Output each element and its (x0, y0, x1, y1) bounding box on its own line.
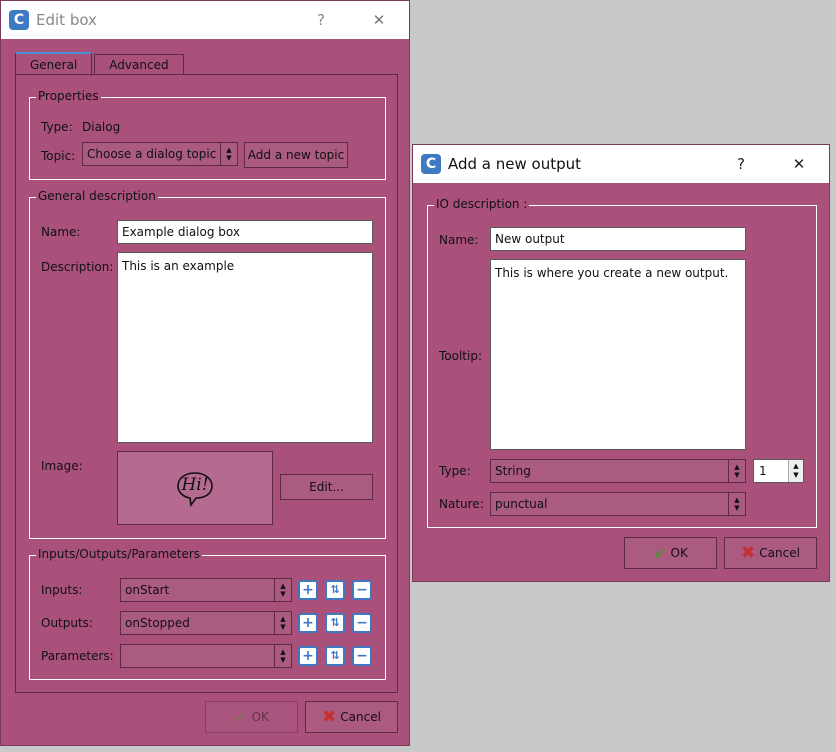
close-icon: ✕ (792, 155, 806, 173)
plus-icon: + (302, 648, 314, 664)
remove-parameter-button[interactable]: − (352, 646, 372, 666)
output-name-label: Name: (439, 233, 479, 247)
count-value: 1 (759, 464, 767, 478)
parameters-label: Parameters: (41, 649, 114, 663)
plus-icon: + (302, 582, 314, 598)
io-description-heading: IO description : (434, 197, 530, 211)
close-button[interactable]: ✕ (363, 1, 395, 39)
app-logo-icon: C (421, 154, 441, 174)
inputs-label: Inputs: (41, 583, 83, 597)
plus-icon: + (302, 615, 314, 631)
cancel-button[interactable]: ✖ Cancel (305, 701, 398, 733)
add-parameter-button[interactable]: + (298, 646, 318, 666)
output-ok-label: OK (670, 546, 688, 560)
add-output-window: C Add a new output ? ✕ IO description : … (412, 144, 830, 582)
topic-select-value: Choose a dialog topic (87, 147, 217, 161)
add-output-title: Add a new output (448, 155, 582, 173)
ok-check-icon: ✔ (234, 707, 248, 727)
edit-icon: ⇅ (330, 616, 340, 629)
general-tab-panel: Properties Type: Dialog Topic: Choose a … (15, 74, 398, 693)
count-spinbox[interactable]: 1 ▲ ▼ (753, 459, 804, 483)
edit-box-window: C Edit box ? ✕ General Advanced Properti… (0, 0, 410, 746)
chevron-updown-icon: ▲ ▼ (728, 493, 745, 515)
general-description-heading: General description (36, 189, 158, 203)
edit-box-tabs: General Advanced (15, 52, 186, 76)
output-cancel-button[interactable]: ✖ Cancel (724, 537, 817, 569)
edit-box-title: Edit box (36, 11, 97, 29)
io-description-group: IO description : Name: New output Toolti… (427, 197, 817, 528)
name-label: Name: (41, 225, 81, 239)
type-label: Type: (41, 120, 73, 134)
edit-input-button[interactable]: ⇅ (325, 580, 345, 600)
edit-image-button[interactable]: Edit... (280, 474, 373, 500)
chevron-updown-icon: ▲ ▼ (274, 612, 291, 634)
help-button[interactable]: ? (725, 145, 757, 183)
outputs-select[interactable]: onStopped ▲ ▼ (120, 611, 292, 635)
app-logo-icon: C (9, 10, 29, 30)
minus-icon: − (356, 582, 368, 598)
add-output-titlebar: C Add a new output ? ✕ (413, 145, 829, 183)
chevron-updown-icon: ▲ ▼ (220, 143, 237, 165)
output-name-input[interactable]: New output (490, 227, 746, 251)
spinbox-arrows-icon[interactable]: ▲ ▼ (788, 460, 803, 482)
outputs-label: Outputs: (41, 616, 93, 630)
nature-value: punctual (495, 497, 548, 511)
description-label: Description: (41, 260, 114, 274)
output-ok-button[interactable]: ✔ OK (624, 537, 717, 569)
chevron-updown-icon: ▲ ▼ (274, 579, 291, 601)
image-preview[interactable]: Hi! (117, 451, 273, 525)
add-output-button[interactable]: + (298, 613, 318, 633)
cancel-x-icon: ✖ (741, 543, 756, 563)
output-type-value: String (495, 464, 531, 478)
inputs-select[interactable]: onStart ▲ ▼ (120, 578, 292, 602)
add-topic-button[interactable]: Add a new topic (244, 142, 348, 168)
name-input[interactable]: Example dialog box (117, 220, 373, 244)
ok-button[interactable]: ✔ OK (205, 701, 298, 733)
output-type-select[interactable]: String ▲ ▼ (490, 459, 746, 483)
general-description-group: General description Name: Example dialog… (29, 189, 386, 539)
nature-label: Nature: (439, 497, 484, 511)
io-heading: Inputs/Outputs/Parameters (36, 547, 203, 561)
remove-input-button[interactable]: − (352, 580, 372, 600)
minus-icon: − (356, 648, 368, 664)
tooltip-textarea[interactable]: This is where you create a new output. (490, 259, 746, 450)
properties-heading: Properties (36, 89, 101, 103)
minus-icon: − (356, 615, 368, 631)
add-input-button[interactable]: + (298, 580, 318, 600)
remove-output-button[interactable]: − (352, 613, 372, 633)
tooltip-label: Tooltip: (439, 349, 483, 363)
output-type-label: Type: (439, 464, 471, 478)
close-button[interactable]: ✕ (783, 145, 815, 183)
edit-output-button[interactable]: ⇅ (325, 613, 345, 633)
ok-check-icon: ✔ (653, 543, 667, 563)
inputs-select-value: onStart (125, 583, 170, 597)
outputs-select-value: onStopped (125, 616, 190, 630)
description-textarea[interactable]: This is an example (117, 252, 373, 443)
properties-group: Properties Type: Dialog Topic: Choose a … (29, 89, 386, 180)
tab-general[interactable]: General (15, 52, 93, 76)
cancel-button-label: Cancel (340, 710, 381, 724)
cancel-x-icon: ✖ (322, 707, 337, 727)
edit-icon: ⇅ (330, 583, 340, 596)
edit-box-titlebar: C Edit box ? ✕ (1, 1, 409, 39)
nature-select[interactable]: punctual ▲ ▼ (490, 492, 746, 516)
type-value: Dialog (82, 120, 121, 134)
image-text: Hi! (181, 475, 209, 495)
topic-select[interactable]: Choose a dialog topic ▲ ▼ (82, 142, 238, 166)
image-label: Image: (41, 459, 83, 473)
chevron-updown-icon: ▲ ▼ (728, 460, 745, 482)
topic-label: Topic: (41, 149, 76, 163)
chevron-updown-icon: ▲ ▼ (274, 645, 291, 667)
parameters-select[interactable]: ▲ ▼ (120, 644, 292, 668)
tab-advanced[interactable]: Advanced (94, 54, 184, 75)
edit-parameter-button[interactable]: ⇅ (325, 646, 345, 666)
io-group: Inputs/Outputs/Parameters Inputs: onStar… (29, 547, 386, 680)
close-icon: ✕ (372, 11, 386, 29)
output-cancel-label: Cancel (759, 546, 800, 560)
ok-button-label: OK (251, 710, 269, 724)
edit-icon: ⇅ (330, 649, 340, 662)
help-button[interactable]: ? (305, 1, 337, 39)
